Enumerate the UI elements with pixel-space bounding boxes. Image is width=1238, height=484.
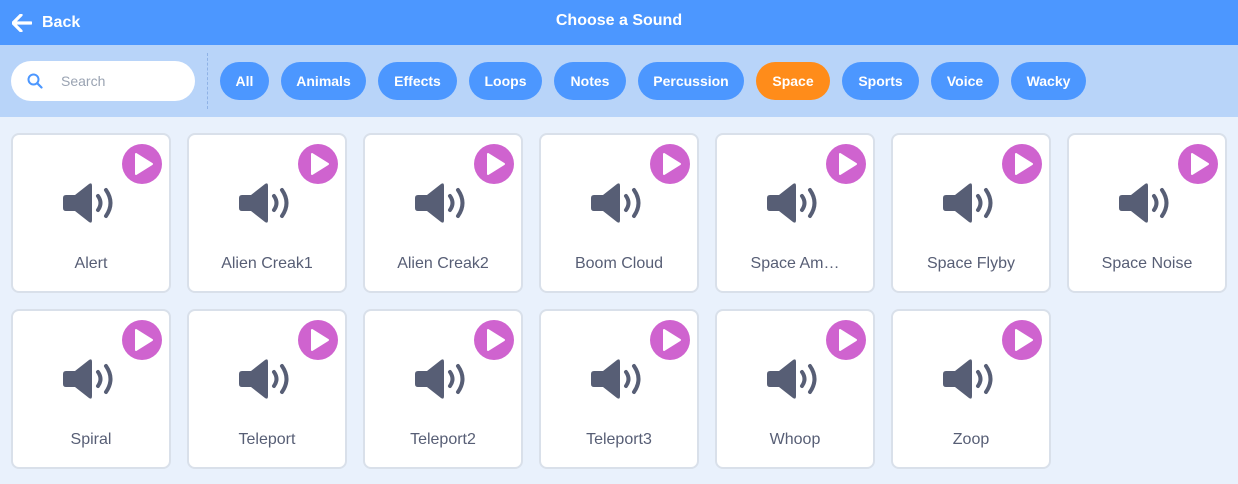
play-icon[interactable] xyxy=(1001,319,1043,361)
filter-bar: All Animals Effects Loops Notes Percussi… xyxy=(0,45,1238,117)
sound-name: Alien Creak2 xyxy=(397,255,489,272)
sound-card[interactable]: Alien Creak1 xyxy=(187,133,347,293)
speaker-icon xyxy=(767,359,817,399)
tag-all[interactable]: All xyxy=(220,62,269,100)
play-icon[interactable] xyxy=(297,319,339,361)
speaker-icon xyxy=(767,183,817,223)
play-icon[interactable] xyxy=(825,143,867,185)
play-icon[interactable] xyxy=(297,143,339,185)
speaker-icon xyxy=(63,359,113,399)
search-box xyxy=(11,61,195,101)
tag-loops[interactable]: Loops xyxy=(469,62,542,100)
tag-effects[interactable]: Effects xyxy=(378,62,457,100)
tag-animals[interactable]: Animals xyxy=(281,62,366,100)
play-icon[interactable] xyxy=(121,319,163,361)
speaker-icon xyxy=(591,183,641,223)
tag-space[interactable]: Space xyxy=(756,62,830,100)
sound-card[interactable]: Boom Cloud xyxy=(539,133,699,293)
play-icon[interactable] xyxy=(1001,143,1043,185)
sound-name: Spiral xyxy=(70,431,112,448)
tag-notes[interactable]: Notes xyxy=(554,62,626,100)
sound-name: Space Am… xyxy=(750,255,840,272)
speaker-icon xyxy=(239,359,289,399)
sound-card[interactable]: Alien Creak2 xyxy=(363,133,523,293)
sound-name: Boom Cloud xyxy=(574,255,664,272)
search-input[interactable] xyxy=(61,69,185,93)
speaker-icon xyxy=(943,183,993,223)
play-icon[interactable] xyxy=(473,319,515,361)
sound-card[interactable]: Spiral xyxy=(11,309,171,469)
play-icon[interactable] xyxy=(1177,143,1219,185)
sound-card[interactable]: Space Am… xyxy=(715,133,875,293)
speaker-icon xyxy=(63,183,113,223)
play-icon[interactable] xyxy=(649,319,691,361)
play-icon[interactable] xyxy=(825,319,867,361)
sound-grid: Alert Alien Creak1 Alien Creak2 Boom Cloud S… xyxy=(0,117,1238,484)
page-title: Choose a Sound xyxy=(555,11,683,29)
sound-card[interactable]: Space Flyby xyxy=(891,133,1051,293)
sound-card[interactable]: Space Noise xyxy=(1067,133,1227,293)
sound-name: Teleport3 xyxy=(586,431,652,448)
sound-name: Teleport xyxy=(238,431,296,448)
header: Back Choose a Sound xyxy=(0,0,1238,45)
sound-card[interactable]: Alert xyxy=(11,133,171,293)
sound-name: Space Noise xyxy=(1101,255,1193,272)
sound-card[interactable]: Teleport xyxy=(187,309,347,469)
sound-name: Alert xyxy=(74,255,108,272)
sound-name: Alien Creak1 xyxy=(221,255,313,272)
sound-name: Teleport2 xyxy=(410,431,476,448)
back-button[interactable]: Back xyxy=(12,0,80,45)
divider xyxy=(207,53,208,109)
sound-name: Space Flyby xyxy=(926,255,1016,272)
search-icon xyxy=(27,73,43,89)
sound-card[interactable]: Teleport3 xyxy=(539,309,699,469)
speaker-icon xyxy=(591,359,641,399)
sound-name: Zoop xyxy=(952,431,990,448)
arrow-left-icon xyxy=(12,13,32,32)
speaker-icon xyxy=(239,183,289,223)
speaker-icon xyxy=(415,183,465,223)
sound-card[interactable]: Whoop xyxy=(715,309,875,469)
tag-wacky[interactable]: Wacky xyxy=(1011,62,1086,100)
tag-percussion[interactable]: Percussion xyxy=(638,62,744,100)
sound-card[interactable]: Zoop xyxy=(891,309,1051,469)
back-label: Back xyxy=(42,13,81,31)
play-icon[interactable] xyxy=(121,143,163,185)
play-icon[interactable] xyxy=(473,143,515,185)
tag-sports[interactable]: Sports xyxy=(842,62,919,100)
speaker-icon xyxy=(943,359,993,399)
speaker-icon xyxy=(415,359,465,399)
sound-card[interactable]: Teleport2 xyxy=(363,309,523,469)
tag-voice[interactable]: Voice xyxy=(931,62,999,100)
sound-name: Whoop xyxy=(769,431,821,448)
speaker-icon xyxy=(1119,183,1169,223)
play-icon[interactable] xyxy=(649,143,691,185)
